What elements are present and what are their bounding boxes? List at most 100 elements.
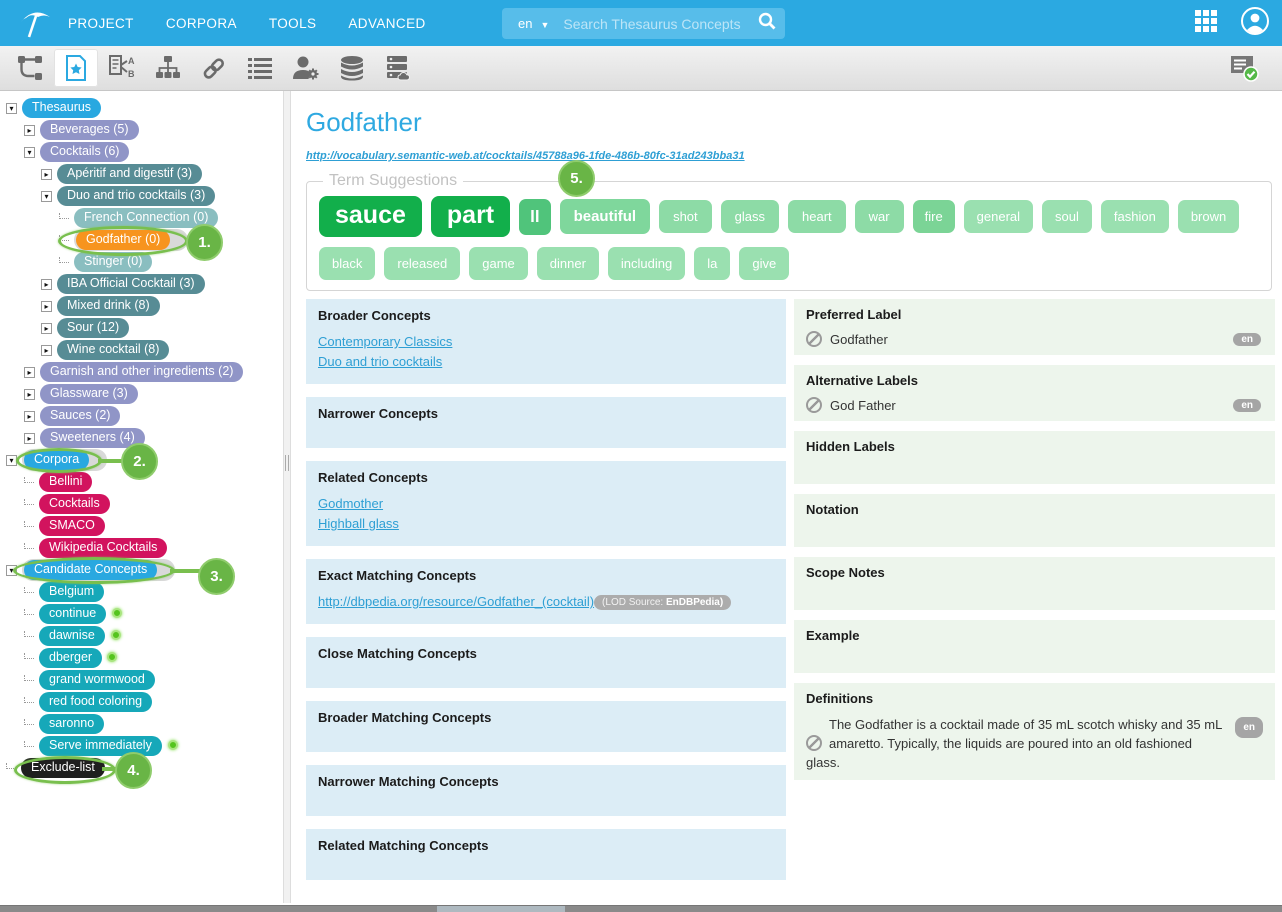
- menu-tools[interactable]: TOOLS: [269, 16, 317, 31]
- term-tag-black[interactable]: black: [319, 247, 375, 280]
- list-icon[interactable]: [238, 49, 282, 87]
- tree-connector: [6, 763, 16, 769]
- menu-advanced[interactable]: ADVANCED: [348, 16, 425, 31]
- database-icon[interactable]: [330, 49, 374, 87]
- collapse-toggle-icon[interactable]: ▾: [24, 147, 35, 158]
- concept-link-godmother[interactable]: Godmother: [318, 494, 774, 514]
- expand-toggle-icon[interactable]: ▸: [24, 367, 35, 378]
- term-tag-fashion[interactable]: fashion: [1101, 200, 1169, 233]
- search-language-selector[interactable]: en: [518, 16, 532, 31]
- tree-node-cocktails[interactable]: Cocktails: [39, 494, 110, 514]
- tree-node-mixed-drink-8[interactable]: Mixed drink (8): [57, 296, 160, 316]
- tree-node-dawnise[interactable]: dawnise: [39, 626, 105, 646]
- collapse-toggle-icon[interactable]: ▾: [6, 103, 17, 114]
- tree-node-sour-12[interactable]: Sour (12): [57, 318, 129, 338]
- tree-node-duo-and-trio-cocktails-3[interactable]: Duo and trio cocktails (3): [57, 186, 215, 206]
- menu-project[interactable]: PROJECT: [68, 16, 134, 31]
- term-tag-game[interactable]: game: [469, 247, 528, 280]
- search-icon[interactable]: [757, 11, 777, 36]
- expand-toggle-icon[interactable]: ▸: [24, 125, 35, 136]
- concept-link-http-dbpedia-org-resource-godfather-cocktail[interactable]: http://dbpedia.org/resource/Godfather_(c…: [318, 592, 594, 612]
- tree-node-corpora[interactable]: Corpora: [24, 450, 89, 470]
- search-input[interactable]: [563, 16, 757, 32]
- tree-node-godfather-0[interactable]: Godfather (0): [76, 230, 170, 250]
- term-tag-dinner[interactable]: dinner: [537, 247, 599, 280]
- tree-node-french-connection-0[interactable]: French Connection (0): [74, 208, 218, 228]
- expand-toggle-icon[interactable]: ▸: [41, 323, 52, 334]
- concept-uri-link[interactable]: http://vocabulary.semantic-web.at/cockta…: [306, 150, 745, 162]
- term-tag-heart[interactable]: heart: [788, 200, 846, 233]
- collapse-toggle-icon[interactable]: ▾: [41, 191, 52, 202]
- branch-icon[interactable]: [8, 49, 52, 87]
- concept-link-contemporary-classics[interactable]: Contemporary Classics: [318, 332, 774, 352]
- term-tag-glass[interactable]: glass: [721, 200, 779, 233]
- expand-toggle-icon[interactable]: ▸: [41, 279, 52, 290]
- tree-node-smaco[interactable]: SMACO: [39, 516, 105, 536]
- tree-node-sauces-2[interactable]: Sauces (2): [40, 406, 120, 426]
- tree-node-exclude-list[interactable]: Exclude-list: [21, 758, 105, 778]
- tree-node-candidate-concepts[interactable]: Candidate Concepts: [24, 560, 157, 580]
- term-tag-shot[interactable]: shot: [659, 200, 712, 233]
- term-tag-released[interactable]: released: [384, 247, 460, 280]
- term-tag-sauce[interactable]: sauce: [319, 196, 422, 237]
- tree-node-red-food-coloring[interactable]: red food coloring: [39, 692, 152, 712]
- apps-grid-icon[interactable]: [1194, 9, 1218, 38]
- horizontal-scrollbar[interactable]: [0, 905, 1282, 912]
- concept-link-duo-and-trio-cocktails[interactable]: Duo and trio cocktails: [318, 352, 774, 372]
- chevron-down-icon[interactable]: ▼: [540, 20, 549, 30]
- concept-relations-column: Broader ConceptsContemporary ClassicsDuo…: [306, 299, 786, 893]
- tree-node-belgium[interactable]: Belgium: [39, 582, 104, 602]
- panel-splitter[interactable]: [283, 91, 291, 903]
- term-tag-general[interactable]: general: [964, 200, 1033, 233]
- validation-icon[interactable]: [1222, 49, 1266, 87]
- horizontal-scrollbar-thumb[interactable]: [437, 906, 565, 912]
- tree-node-stinger-0[interactable]: Stinger (0): [74, 252, 152, 272]
- term-tag-part[interactable]: part: [431, 196, 510, 237]
- tree-node-iba-official-cocktail-3[interactable]: IBA Official Cocktail (3): [57, 274, 205, 294]
- expand-toggle-icon[interactable]: ▸: [41, 345, 52, 356]
- tree-node-dberger[interactable]: dberger: [39, 648, 102, 668]
- server-cloud-icon[interactable]: [376, 49, 420, 87]
- tree-node-saronno[interactable]: saronno: [39, 714, 104, 734]
- term-tag-give[interactable]: give: [739, 247, 789, 280]
- menu-corpora[interactable]: CORPORA: [166, 16, 237, 31]
- tree-node-beverages-5[interactable]: Beverages (5): [40, 120, 139, 140]
- term-tag-soul[interactable]: soul: [1042, 200, 1092, 233]
- tree-node-garnish-and-other-ingredients-2[interactable]: Garnish and other ingredients (2): [40, 362, 243, 382]
- expand-toggle-icon[interactable]: ▸: [24, 411, 35, 422]
- tree-node-bellini[interactable]: Bellini: [39, 472, 92, 492]
- tree-node-grand-wormwood[interactable]: grand wormwood: [39, 670, 155, 690]
- term-tag-beautiful[interactable]: beautiful: [560, 199, 651, 234]
- tree-node-cocktails-6[interactable]: Cocktails (6): [40, 142, 129, 162]
- translate-ab-icon[interactable]: AB: [100, 49, 144, 87]
- collapse-toggle-icon[interactable]: ▾: [6, 455, 17, 466]
- link-icon[interactable]: [192, 49, 236, 87]
- user-avatar-icon[interactable]: [1240, 6, 1270, 41]
- term-tag-brown[interactable]: brown: [1178, 200, 1239, 233]
- term-tag-ll[interactable]: ll: [519, 199, 550, 235]
- term-tag-la[interactable]: la: [694, 247, 730, 280]
- expand-toggle-icon[interactable]: ▸: [41, 169, 52, 180]
- tree-node-wine-cocktail-8[interactable]: Wine cocktail (8): [57, 340, 169, 360]
- tree-node-glassware-3[interactable]: Glassware (3): [40, 384, 138, 404]
- tree-node-thesaurus[interactable]: Thesaurus: [22, 98, 101, 118]
- term-tag-including[interactable]: including: [608, 247, 685, 280]
- expand-toggle-icon[interactable]: ▸: [41, 301, 52, 312]
- term-tag-war[interactable]: war: [855, 200, 904, 233]
- expand-toggle-icon[interactable]: ▸: [24, 389, 35, 400]
- splitter-grip[interactable]: [285, 455, 289, 471]
- label-value: Godfather: [830, 332, 888, 347]
- tree-node-sweeteners-4[interactable]: Sweeteners (4): [40, 428, 145, 448]
- tree-node-wikipedia-cocktails[interactable]: Wikipedia Cocktails: [39, 538, 167, 558]
- concept-link-highball-glass[interactable]: Highball glass: [318, 514, 774, 534]
- sitemap-icon[interactable]: [146, 49, 190, 87]
- app-logo-umbrella-icon[interactable]: [12, 3, 58, 43]
- tree-node-serve-immediately[interactable]: Serve immediately: [39, 736, 162, 756]
- expand-toggle-icon[interactable]: ▸: [24, 433, 35, 444]
- user-gear-icon[interactable]: [284, 49, 328, 87]
- concept-star-icon[interactable]: [54, 49, 98, 87]
- term-tag-fire[interactable]: fire: [913, 200, 955, 233]
- collapse-toggle-icon[interactable]: ▾: [6, 565, 17, 576]
- tree-node-ap-ritif-and-digestif-3[interactable]: Apéritif and digestif (3): [57, 164, 202, 184]
- tree-node-continue[interactable]: continue: [39, 604, 106, 624]
